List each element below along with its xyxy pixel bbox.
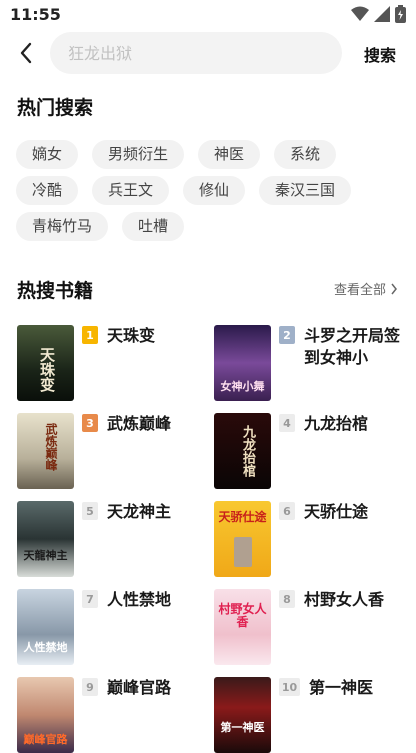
back-button[interactable] (12, 38, 40, 68)
rank-badge: 10 (279, 678, 300, 696)
wifi-icon (351, 6, 369, 21)
cover-text: 天龍神主 (23, 549, 68, 562)
cover-text: 第一神医 (220, 721, 265, 734)
book-title: 天珠变 (107, 326, 156, 345)
book-item[interactable]: 九龙抬棺 4 九龙抬棺 (214, 413, 404, 489)
rank-badge: 9 (82, 678, 98, 696)
rank-badge: 7 (82, 590, 98, 608)
book-item[interactable]: 天骄仕途 6 天骄仕途 (214, 501, 404, 577)
rank-badge: 4 (279, 414, 295, 432)
search-tag[interactable]: 秦汉三国 (259, 176, 352, 205)
search-input[interactable] (50, 32, 342, 74)
search-tag[interactable]: 兵王文 (92, 176, 170, 205)
cover-figure (234, 537, 252, 567)
search-button[interactable]: 搜索 (364, 42, 396, 66)
hot-books-title: 热搜书籍 (17, 280, 94, 302)
signal-icon (374, 6, 390, 22)
book-item[interactable]: 天龍神主 5 天龙神主 (17, 501, 207, 577)
status-time: 11:55 (10, 5, 61, 24)
book-cover: 人性禁地 (17, 589, 74, 665)
search-tag[interactable]: 嫡女 (16, 140, 79, 169)
status-icons (351, 5, 406, 23)
cover-text: 女神小舞 (220, 380, 265, 393)
cover-text: 人性禁地 (23, 641, 68, 654)
search-tag[interactable]: 吐槽 (122, 212, 185, 241)
book-item[interactable]: 巅峰官路 9 巅峰官路 (17, 677, 207, 753)
book-cover: 第一神医 (214, 677, 271, 753)
cover-text: 村野女人香 (218, 602, 267, 629)
book-cover: 天骄仕途 (214, 501, 271, 577)
book-title: 巅峰官路 (107, 678, 172, 697)
rank-badge: 6 (279, 502, 295, 520)
search-tag[interactable]: 神医 (198, 140, 261, 169)
cover-text: 九龙抬棺 (240, 425, 255, 477)
view-all-label: 查看全部 (333, 283, 386, 298)
cover-text: 天珠变 (38, 347, 56, 392)
search-tag[interactable]: 修仙 (183, 176, 246, 205)
tag-row: 青梅竹马 吐槽 (16, 212, 406, 241)
search-tag[interactable]: 男频衍生 (92, 140, 185, 169)
book-cover: 村野女人香 (214, 589, 271, 665)
cover-text: 天骄仕途 (218, 510, 267, 524)
rank-badge: 8 (279, 590, 295, 608)
hot-search-tags: 嫡女 男频衍生 神医 系统 冷酷 兵王文 修仙 秦汉三国 青梅竹马 吐槽 (16, 140, 406, 248)
search-tag[interactable]: 系统 (274, 140, 337, 169)
book-title: 第一神医 (309, 678, 374, 697)
rank-badge: 3 (82, 414, 98, 432)
search-bar: 搜索 (0, 30, 416, 76)
book-item[interactable]: 女神小舞 2 斗罗之开局签到女神小 (214, 325, 404, 401)
book-title: 九龙抬棺 (304, 414, 369, 433)
rank-badge: 1 (82, 326, 98, 344)
book-title: 天龙神主 (107, 502, 172, 521)
chevron-left-icon (20, 42, 32, 64)
hot-search-title: 热门搜索 (17, 97, 94, 119)
view-all-link[interactable]: 查看全部 (334, 279, 398, 298)
tag-row: 嫡女 男频衍生 神医 系统 (16, 140, 406, 169)
book-title: 人性禁地 (107, 590, 172, 609)
book-title: 武炼巅峰 (107, 414, 172, 433)
book-title: 村野女人香 (304, 590, 385, 609)
search-tag[interactable]: 冷酷 (16, 176, 79, 205)
book-item[interactable]: 武炼巅峰 3 武炼巅峰 (17, 413, 207, 489)
book-item[interactable]: 第一神医 10 第一神医 (214, 677, 404, 753)
book-cover: 武炼巅峰 (17, 413, 74, 489)
book-title: 天骄仕途 (304, 502, 369, 521)
book-cover: 天珠变 (17, 325, 74, 401)
book-title: 斗罗之开局签到女神小 (304, 326, 401, 367)
book-item[interactable]: 村野女人香 8 村野女人香 (214, 589, 404, 665)
book-cover: 九龙抬棺 (214, 413, 271, 489)
search-tag[interactable]: 青梅竹马 (16, 212, 109, 241)
book-cover: 女神小舞 (214, 325, 271, 401)
status-bar: 11:55 (0, 0, 416, 28)
cover-text: 武炼巅峰 (44, 423, 58, 471)
book-cover: 巅峰官路 (17, 677, 74, 753)
book-cover: 天龍神主 (17, 501, 74, 577)
chevron-right-icon (391, 283, 397, 294)
battery-icon (395, 5, 406, 23)
tag-row: 冷酷 兵王文 修仙 秦汉三国 (16, 176, 406, 205)
rank-badge: 2 (279, 326, 295, 344)
book-item[interactable]: 人性禁地 7 人性禁地 (17, 589, 207, 665)
rank-badge: 5 (82, 502, 98, 520)
book-item[interactable]: 天珠变 1 天珠变 (17, 325, 207, 401)
